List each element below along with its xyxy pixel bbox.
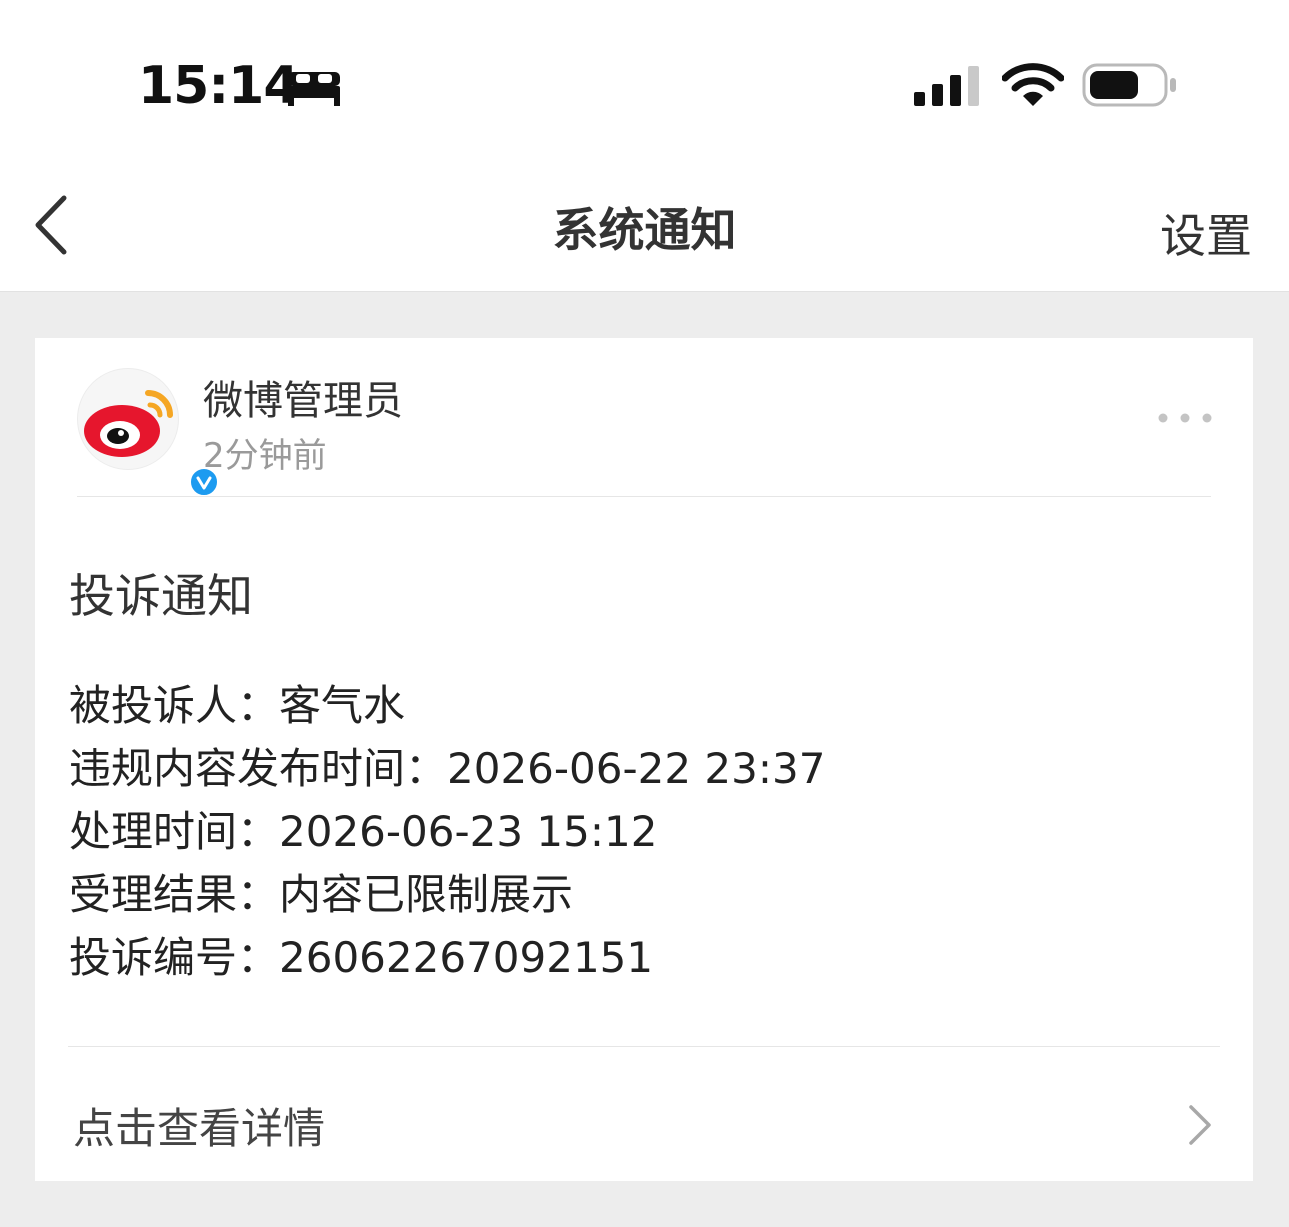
bed-icon: [288, 72, 340, 106]
wifi-icon: [1002, 63, 1064, 106]
avatar[interactable]: [77, 368, 220, 498]
detail-complained-user: 被投诉人：客气水: [69, 681, 406, 730]
status-time: 15:14: [138, 56, 300, 116]
detail-complaint-id: 投诉编号：26062267092151: [69, 933, 654, 982]
notification-card: 微博管理员 2分钟前 投诉通知 被投诉人：客气水 违规内容发布时间：2026-0…: [35, 338, 1253, 1181]
notice-title: 投诉通知: [69, 569, 253, 623]
detail-publish-time: 违规内容发布时间：2026-06-22 23:37: [69, 744, 826, 793]
cellular-signal-icon: [914, 66, 979, 106]
view-details-label: 点击查看详情: [73, 1104, 326, 1153]
page-title: 系统通知: [552, 203, 737, 257]
settings-button[interactable]: 设置: [1160, 200, 1252, 266]
view-details-link[interactable]: 点击查看详情: [35, 1047, 1253, 1181]
weibo-logo-icon: [84, 390, 173, 457]
chevron-right-icon: [1189, 1105, 1211, 1145]
more-dots-icon[interactable]: [1155, 408, 1217, 428]
battery-icon: [1082, 63, 1176, 107]
message-time: 2分钟前: [203, 436, 327, 476]
top-bar: 15:14 系统通知 设置: [0, 0, 1289, 292]
notice-details: 被投诉人：客气水 违规内容发布时间：2026-06-22 23:37 处理时间：…: [69, 674, 825, 989]
detail-process-time: 处理时间：2026-06-23 15:12: [69, 807, 658, 856]
detail-result: 受理结果：内容已限制展示: [69, 870, 574, 919]
sender-name[interactable]: 微博管理员: [203, 368, 403, 426]
header-divider: [77, 496, 1211, 497]
